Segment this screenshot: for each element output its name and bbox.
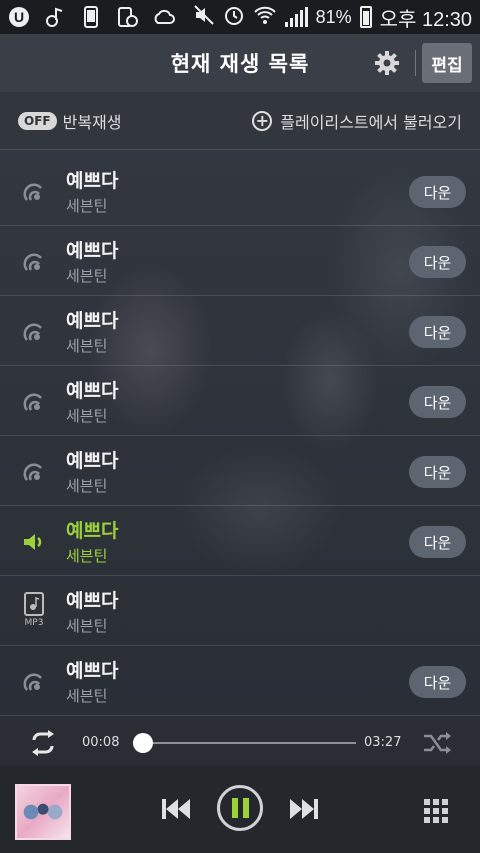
wifi-icon <box>253 4 277 31</box>
u-plus-icon: U <box>8 6 30 28</box>
page-title: 현재 재생 목록 <box>170 52 310 76</box>
battery-icon <box>359 6 372 28</box>
track-artist: 세븐틴 <box>66 617 108 635</box>
track-list: 예쁘다 세븐틴 다운 예쁘다 세븐틴 다운 예쁘다 세븐틴 다운 예쁘다 세븐틴 다운 예쁘다 세븐틴 다운… <box>0 156 480 716</box>
download-button[interactable]: 다운 <box>409 526 466 558</box>
download-button[interactable]: 다운 <box>409 386 466 418</box>
track-title: 예쁘다 <box>66 170 119 192</box>
track-artist: 세븐틴 <box>66 407 108 425</box>
mute-icon <box>193 4 215 31</box>
track-row[interactable]: 예쁘다세븐틴 다운 <box>0 296 480 366</box>
seek-bar[interactable] <box>132 733 356 753</box>
stream-icon <box>22 460 46 484</box>
speaker-icon <box>22 530 46 554</box>
track-artist: 세븐틴 <box>66 687 108 705</box>
track-row[interactable]: 예쁘다세븐틴 다운 <box>0 226 480 296</box>
header-divider <box>415 50 416 76</box>
mp3-icon: MP3 <box>22 592 46 628</box>
load-playlist-button[interactable]: + 플레이리스트에서 불러오기 <box>252 109 462 133</box>
track-row[interactable]: 예쁘다세븐틴 다운 <box>0 506 480 576</box>
grid-menu-icon[interactable] <box>424 799 448 823</box>
seek-thumb[interactable] <box>132 733 153 753</box>
svg-text:MP3: MP3 <box>25 618 44 626</box>
settings-button[interactable] <box>372 48 402 78</box>
shuffle-icon[interactable] <box>422 730 452 756</box>
repeat-icon[interactable] <box>28 730 58 756</box>
load-playlist-label: 플레이리스트에서 불러오기 <box>280 112 462 132</box>
track-row[interactable]: 예쁘다세븐틴 다운 <box>0 366 480 436</box>
download-button[interactable]: 다운 <box>409 666 466 698</box>
cloud-icon <box>152 6 175 28</box>
battery-percent: 81% <box>315 6 352 27</box>
track-row[interactable]: MP3 예쁘다세븐틴 <box>0 576 480 646</box>
progress-area: 00:08 03:27 <box>0 720 480 766</box>
track-artist: 세븐틴 <box>66 197 108 215</box>
alarm-icon <box>223 4 245 31</box>
debug-icon <box>116 6 138 28</box>
signal-icon <box>284 7 308 27</box>
track-artist: 세븐틴 <box>66 547 108 565</box>
next-icon <box>290 799 318 819</box>
track-row[interactable]: 예쁘다세븐틴 다운 <box>0 436 480 506</box>
track-text: 예쁘다세븐틴 <box>66 309 118 357</box>
track-title: 예쁘다 <box>66 660 119 682</box>
clock: 오후 12:30 <box>379 8 472 31</box>
track-title: 예쁘다 <box>66 520 119 542</box>
download-button[interactable]: 다운 <box>409 246 466 278</box>
stream-icon <box>22 390 46 414</box>
svg-text:U: U <box>14 9 24 25</box>
gear-icon <box>375 51 399 75</box>
track-title: 예쁘다 <box>66 450 119 472</box>
previous-icon <box>162 799 190 819</box>
stream-icon <box>22 180 46 204</box>
download-button[interactable]: 다운 <box>409 316 466 348</box>
previous-button[interactable] <box>160 796 192 822</box>
playlist-toolbar: OFF 반복재생 + 플레이리스트에서 불러오기 <box>0 92 480 150</box>
track-text: 예쁘다세븐틴 <box>66 169 118 217</box>
track-row[interactable]: 예쁘다세븐틴 다운 <box>0 646 480 716</box>
album-art[interactable] <box>15 784 71 840</box>
download-button[interactable]: 다운 <box>409 176 466 208</box>
pause-button[interactable] <box>217 785 263 831</box>
stream-icon <box>22 670 46 694</box>
stream-icon <box>22 250 46 274</box>
music-note-icon <box>44 6 66 28</box>
track-artist: 세븐틴 <box>66 337 108 355</box>
track-title: 예쁘다 <box>66 590 119 612</box>
next-button[interactable] <box>288 796 320 822</box>
track-title: 예쁘다 <box>66 310 119 332</box>
player-controls <box>0 766 480 853</box>
track-title: 예쁘다 <box>66 380 119 402</box>
stream-icon <box>22 320 46 344</box>
track-text: 예쁘다세븐틴 <box>66 659 118 707</box>
total-time: 03:27 <box>364 735 402 750</box>
plus-circle-icon: + <box>252 110 273 131</box>
download-button[interactable]: 다운 <box>409 456 466 488</box>
track-text: 예쁘다세븐틴 <box>66 379 118 427</box>
repeat-label[interactable]: 반복재생 <box>63 109 122 133</box>
header: 현재 재생 목록 편집 <box>0 34 480 92</box>
phone-icon <box>80 6 102 28</box>
track-text: 예쁘다세븐틴 <box>66 449 118 497</box>
repeat-toggle[interactable]: OFF <box>18 111 57 130</box>
current-time: 00:08 <box>82 735 120 750</box>
track-row[interactable]: 예쁘다세븐틴 다운 <box>0 156 480 226</box>
track-title: 예쁘다 <box>66 240 119 262</box>
track-artist: 세븐틴 <box>66 267 108 285</box>
track-artist: 세븐틴 <box>66 477 108 495</box>
track-text: 예쁘다세븐틴 <box>66 589 118 637</box>
track-text: 예쁘다세븐틴 <box>66 239 118 287</box>
edit-button[interactable]: 편집 <box>422 43 472 83</box>
track-text: 예쁘다세븐틴 <box>66 519 118 567</box>
status-bar: U 81% 오후 12:30 <box>0 0 480 34</box>
